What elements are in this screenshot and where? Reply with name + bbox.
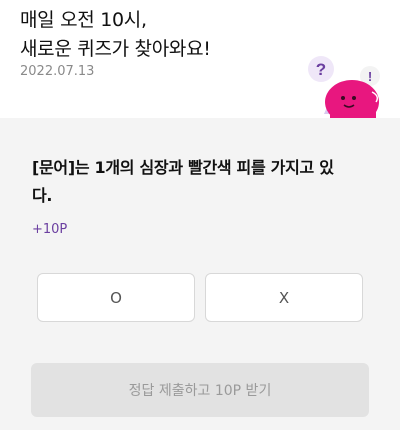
quiz-question-line-2: 다.	[32, 186, 53, 205]
reward-points: +10P	[32, 222, 68, 237]
quiz-question: [문어]는 1개의 심장과 빨간색 피를 가지고 있 다.	[32, 154, 377, 210]
question-mark-text: ?	[316, 60, 326, 79]
answer-x-button[interactable]: X	[205, 273, 363, 322]
headline: 매일 오전 10시, 새로운 퀴즈가 찾아와요!	[20, 6, 300, 64]
headline-line-1: 매일 오전 10시,	[20, 9, 147, 31]
submit-answer-label: 정답 제출하고 10P 받기	[128, 383, 272, 399]
answer-x-label: X	[278, 288, 290, 307]
answer-o-label: O	[110, 288, 122, 307]
quiz-date: 2022.07.13	[20, 64, 95, 79]
octopus-mascot-icon: ? !	[308, 56, 380, 118]
quiz-question-line-1: [문어]는 1개의 심장과 빨간색 피를 가지고 있	[32, 158, 334, 177]
headline-line-2: 새로운 퀴즈가 찾아와요!	[20, 38, 211, 60]
exclamation-mark-text: !	[368, 69, 372, 84]
answer-o-button[interactable]: O	[37, 273, 195, 322]
submit-answer-button[interactable]: 정답 제출하고 10P 받기	[31, 363, 369, 417]
